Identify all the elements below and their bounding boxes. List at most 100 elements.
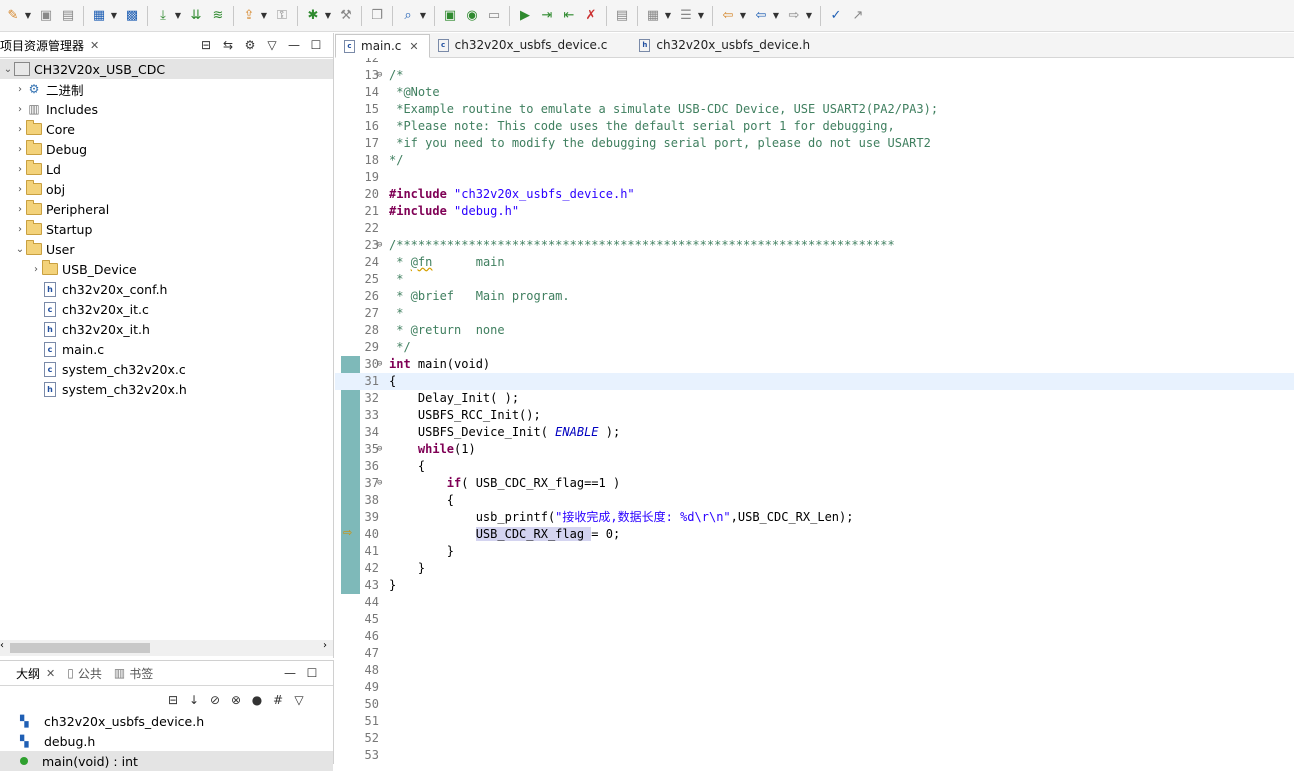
code-line[interactable]: 46 xyxy=(335,628,1294,645)
step-into-icon[interactable]: ⇥ xyxy=(538,7,556,25)
code-line[interactable]: 16 *Please note: This code uses the defa… xyxy=(335,118,1294,135)
console-icon[interactable]: ▤ xyxy=(613,7,631,25)
run-icon[interactable]: ▶ xyxy=(516,7,534,25)
layers-icon[interactable]: ≋ xyxy=(209,7,227,25)
back-icon[interactable]: ⇦ xyxy=(719,7,737,25)
dropdown-arrow-icon[interactable]: ▼ xyxy=(419,7,427,25)
code-line[interactable]: 17 *if you need to modify the debugging … xyxy=(335,135,1294,152)
code-line[interactable]: 48 xyxy=(335,662,1294,679)
target-icon[interactable]: ◉ xyxy=(463,7,481,25)
code-line[interactable]: 15 *Example routine to emulate a simulat… xyxy=(335,101,1294,118)
code-line[interactable]: 32 Delay_Init( ); xyxy=(335,390,1294,407)
export-icon[interactable]: ⇪ xyxy=(240,7,258,25)
editor-tab[interactable]: c ch32v20x_usbfs_device.c xyxy=(430,33,618,57)
chevron-right-icon[interactable]: › xyxy=(30,264,42,275)
filter-icon[interactable]: ⚙ xyxy=(241,36,259,54)
tree-item[interactable]: c ch32v20x_it.c xyxy=(0,299,333,319)
outline-tab[interactable]: ▯ 公共 xyxy=(61,665,108,682)
chevron-down-icon[interactable]: ⌄ xyxy=(2,64,14,75)
tree-item[interactable]: h system_ch32v20x.h xyxy=(0,379,333,399)
view-menu-icon[interactable]: ▽ xyxy=(263,36,281,54)
code-line[interactable]: 36 { xyxy=(335,458,1294,475)
hide-defines-icon[interactable]: # xyxy=(269,691,287,709)
code-line[interactable]: 34 USBFS_Device_Init( ENABLE ); xyxy=(335,424,1294,441)
pin-icon[interactable]: ↗ xyxy=(849,7,867,25)
fold-toggle-icon[interactable]: ⊖ xyxy=(377,67,382,84)
tree-project-root[interactable]: ⌄ CH32V20x_USB_CDC xyxy=(0,59,333,79)
tree-item[interactable]: h ch32v20x_conf.h xyxy=(0,279,333,299)
explorer-horizontal-scrollbar[interactable]: ‹ › xyxy=(0,640,333,656)
dropdown-arrow-icon[interactable]: ▼ xyxy=(260,7,268,25)
code-line[interactable]: 22 xyxy=(335,220,1294,237)
maximize-icon[interactable]: ☐ xyxy=(307,36,325,54)
link-editor-icon[interactable]: ⇆ xyxy=(219,36,237,54)
outline-tab[interactable]: ▥ 书签 xyxy=(108,665,159,682)
dropdown-arrow-icon[interactable]: ▼ xyxy=(174,7,182,25)
editor-tab[interactable]: h ch32v20x_usbfs_device.h xyxy=(631,33,820,57)
collapse-all-icon[interactable]: ⊟ xyxy=(164,691,182,709)
view-menu-icon[interactable]: ▽ xyxy=(290,691,308,709)
dropdown-arrow-icon[interactable]: ▼ xyxy=(772,7,780,25)
code-line[interactable]: 28 * @return none xyxy=(335,322,1294,339)
code-area[interactable]: 12 13 ⊖/* 14 *@Note 15 *Example routine to e… xyxy=(335,58,1294,763)
code-line[interactable]: 20 #include "ch32v20x_usbfs_device.h" xyxy=(335,186,1294,203)
outline-item[interactable]: ▚ debug.h xyxy=(0,731,333,751)
code-line[interactable]: 44 xyxy=(335,594,1294,611)
download-icon[interactable]: ⤓ xyxy=(154,7,172,25)
dropdown-arrow-icon[interactable]: ▼ xyxy=(805,7,813,25)
dropdown-arrow-icon[interactable]: ▼ xyxy=(324,7,332,25)
fold-toggle-icon[interactable]: ⊖ xyxy=(377,441,382,458)
close-icon[interactable]: ✕ xyxy=(409,40,418,53)
dropdown-arrow-icon[interactable]: ▼ xyxy=(110,7,118,25)
code-line[interactable]: 29 */ xyxy=(335,339,1294,356)
code-line[interactable]: 13 ⊖/* xyxy=(335,67,1294,84)
tree-item[interactable]: › Debug xyxy=(0,139,333,159)
code-line[interactable]: 42 } xyxy=(335,560,1294,577)
code-line[interactable]: 39 usb_printf("接收完成,数据长度: %d\r\n",USB_CD… xyxy=(335,509,1294,526)
chevron-right-icon[interactable]: › xyxy=(14,184,26,195)
explorer-tab[interactable]: 项目资源管理器 ✕ xyxy=(0,33,105,57)
code-line[interactable]: 45 xyxy=(335,611,1294,628)
scrollbar-thumb[interactable] xyxy=(10,643,150,653)
tree-item[interactable]: h ch32v20x_it.h xyxy=(0,319,333,339)
code-line[interactable]: 49 xyxy=(335,679,1294,696)
code-line[interactable]: 27 * xyxy=(335,305,1294,322)
dropdown-arrow-icon[interactable]: ▼ xyxy=(24,7,32,25)
code-line[interactable]: 41 } xyxy=(335,543,1294,560)
tree-item[interactable]: › Startup xyxy=(0,219,333,239)
chevron-right-icon[interactable]: › xyxy=(14,204,26,215)
code-line[interactable]: 40 USB_CDC_RX_flag = 0; xyxy=(335,526,1294,543)
code-line[interactable]: 52 xyxy=(335,730,1294,747)
code-line[interactable]: 43} xyxy=(335,577,1294,594)
code-line[interactable]: 33 USBFS_RCC_Init(); xyxy=(335,407,1294,424)
chevron-right-icon[interactable]: › xyxy=(14,124,26,135)
close-icon[interactable]: ✕ xyxy=(90,39,99,52)
outline-tab[interactable]: 大纲 ✕ xyxy=(0,661,61,685)
tree-item[interactable]: › Ld xyxy=(0,159,333,179)
tree-item[interactable]: c system_ch32v20x.c xyxy=(0,359,333,379)
chevron-right-icon[interactable]: › xyxy=(14,144,26,155)
bug-icon[interactable]: ✱ xyxy=(304,7,322,25)
save-icon[interactable]: ▣ xyxy=(37,7,55,25)
tree-item[interactable]: › ▥ Includes xyxy=(0,99,333,119)
list-icon[interactable]: ☰ xyxy=(677,7,695,25)
prev-icon[interactable]: ⇨ xyxy=(785,7,803,25)
code-line[interactable]: 23 ⊖/************************************… xyxy=(335,237,1294,254)
code-line[interactable]: 18 */ xyxy=(335,152,1294,169)
code-line[interactable]: 47 xyxy=(335,645,1294,662)
outline-item[interactable]: ▚ ch32v20x_usbfs_device.h xyxy=(0,711,333,731)
build-icon[interactable]: ▦ xyxy=(90,7,108,25)
dropdown-arrow-icon[interactable]: ▼ xyxy=(664,7,672,25)
chevron-down-icon[interactable]: ⌄ xyxy=(14,244,26,255)
close-icon[interactable]: ✕ xyxy=(46,667,55,680)
collapse-all-icon[interactable]: ⊟ xyxy=(197,36,215,54)
chevron-right-icon[interactable]: › xyxy=(14,104,26,115)
code-line[interactable]: 51 xyxy=(335,713,1294,730)
code-line[interactable]: 38 { xyxy=(335,492,1294,509)
tree-item[interactable]: › USB_Device xyxy=(0,259,333,279)
code-line[interactable]: 53 xyxy=(335,747,1294,763)
save-all-icon[interactable]: ▤ xyxy=(59,7,77,25)
minimize-icon[interactable]: — xyxy=(285,36,303,54)
maximize-icon[interactable]: ☐ xyxy=(303,664,321,682)
scroll-right-icon[interactable]: › xyxy=(323,640,327,651)
